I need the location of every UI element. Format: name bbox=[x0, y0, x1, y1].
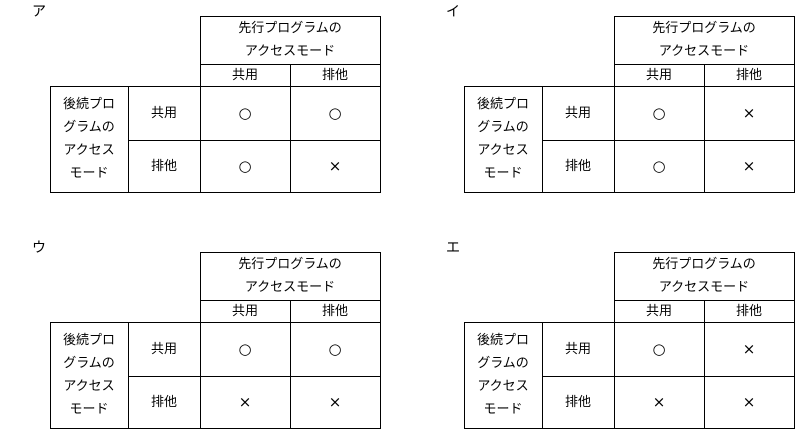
subsequent-mode-header-line: グラムの bbox=[63, 356, 115, 371]
cell-exclusive-exclusive: × bbox=[328, 392, 342, 411]
prior-mode-header-line: 先行プログラムの bbox=[652, 21, 756, 36]
prior-mode-header-line: 先行プログラムの bbox=[652, 257, 756, 272]
prior-mode-header-line: 先行プログラムの bbox=[238, 257, 342, 272]
subsequent-mode-header-line: アクセス bbox=[63, 143, 115, 158]
row-header-shared: 共用 bbox=[564, 105, 591, 121]
column-header-shared: 共用 bbox=[231, 303, 258, 319]
subsequent-mode-header-line: アクセス bbox=[477, 143, 529, 158]
compatibility-table: 先行プログラムの アクセスモード 共用 排他 後続プロ グラムの アクセス モー… bbox=[446, 252, 800, 429]
row-header-exclusive: 排他 bbox=[564, 394, 591, 410]
subsequent-mode-header-line: アクセス bbox=[477, 379, 529, 394]
option-u: ウ 先行プログラムの アクセスモード 共用 排他 後続プロ グラムの アクセス … bbox=[32, 240, 392, 430]
row-header-shared: 共用 bbox=[564, 341, 591, 357]
cell-shared-shared: ○ bbox=[238, 339, 252, 358]
cell-exclusive-exclusive: × bbox=[742, 156, 756, 175]
cell-shared-exclusive: × bbox=[742, 339, 756, 358]
column-header-exclusive: 排他 bbox=[321, 67, 348, 83]
cell-exclusive-shared: × bbox=[238, 392, 252, 411]
cell-shared-shared: ○ bbox=[652, 103, 666, 122]
cell-exclusive-shared: ○ bbox=[238, 156, 252, 175]
prior-mode-header-line: アクセスモード bbox=[244, 280, 336, 295]
prior-mode-header: 先行プログラムの アクセスモード bbox=[200, 252, 380, 300]
subsequent-mode-header-line: 後続プロ bbox=[62, 333, 115, 348]
prior-mode-header-line: アクセスモード bbox=[658, 44, 750, 59]
row-header-shared: 共用 bbox=[150, 105, 177, 121]
row-header-shared: 共用 bbox=[150, 341, 177, 357]
row-header-exclusive: 排他 bbox=[150, 158, 177, 174]
subsequent-mode-header-line: モード bbox=[69, 166, 109, 181]
subsequent-mode-header-line: 後続プロ bbox=[476, 97, 529, 112]
subsequent-mode-header: 後続プロ グラムの アクセス モード bbox=[50, 86, 128, 192]
prior-mode-header-line: アクセスモード bbox=[658, 280, 750, 295]
subsequent-mode-header-line: 後続プロ bbox=[62, 97, 115, 112]
cell-shared-exclusive: ○ bbox=[328, 103, 342, 122]
prior-mode-header-line: 先行プログラムの bbox=[238, 21, 342, 36]
column-header-exclusive: 排他 bbox=[735, 67, 762, 83]
subsequent-mode-header-line: 後続プロ bbox=[476, 333, 529, 348]
column-header-shared: 共用 bbox=[645, 67, 672, 83]
cell-exclusive-exclusive: × bbox=[742, 392, 756, 411]
prior-mode-header: 先行プログラムの アクセスモード bbox=[200, 16, 380, 64]
cell-exclusive-exclusive: × bbox=[328, 156, 342, 175]
subsequent-mode-header-line: モード bbox=[483, 166, 523, 181]
option-i: イ 先行プログラムの アクセスモード 共用 排他 後続プロ グラムの アクセス … bbox=[446, 4, 800, 194]
subsequent-mode-header-line: モード bbox=[69, 402, 109, 417]
subsequent-mode-header-line: グラムの bbox=[477, 120, 529, 135]
cell-shared-shared: ○ bbox=[652, 339, 666, 358]
option-e: エ 先行プログラムの アクセスモード 共用 排他 後続プロ グラムの アクセス … bbox=[446, 240, 800, 430]
subsequent-mode-header: 後続プロ グラムの アクセス モード bbox=[464, 86, 542, 192]
row-header-exclusive: 排他 bbox=[564, 158, 591, 174]
prior-mode-header-line: アクセスモード bbox=[244, 44, 336, 59]
compatibility-table: 先行プログラムの アクセスモード 共用 排他 後続プロ グラムの アクセス モー… bbox=[446, 16, 800, 193]
cell-exclusive-shared: × bbox=[652, 392, 666, 411]
cell-shared-exclusive: ○ bbox=[328, 339, 342, 358]
option-a: ア 先行プログラムの アクセスモード 共用 排他 後続プロ グラムの アクセス … bbox=[32, 4, 392, 194]
cell-shared-shared: ○ bbox=[238, 103, 252, 122]
subsequent-mode-header-line: モード bbox=[483, 402, 523, 417]
subsequent-mode-header-line: グラムの bbox=[63, 120, 115, 135]
subsequent-mode-header: 後続プロ グラムの アクセス モード bbox=[464, 322, 542, 428]
row-header-exclusive: 排他 bbox=[150, 394, 177, 410]
subsequent-mode-header: 後続プロ グラムの アクセス モード bbox=[50, 322, 128, 428]
compatibility-table: 先行プログラムの アクセスモード 共用 排他 後続プロ グラムの アクセス モー… bbox=[32, 16, 392, 193]
subsequent-mode-header-line: グラムの bbox=[477, 356, 529, 371]
prior-mode-header: 先行プログラムの アクセスモード bbox=[614, 252, 794, 300]
compatibility-table: 先行プログラムの アクセスモード 共用 排他 後続プロ グラムの アクセス モー… bbox=[32, 252, 392, 429]
prior-mode-header: 先行プログラムの アクセスモード bbox=[614, 16, 794, 64]
column-header-shared: 共用 bbox=[645, 303, 672, 319]
column-header-exclusive: 排他 bbox=[321, 303, 348, 319]
cell-shared-exclusive: × bbox=[742, 103, 756, 122]
column-header-shared: 共用 bbox=[231, 67, 258, 83]
column-header-exclusive: 排他 bbox=[735, 303, 762, 319]
subsequent-mode-header-line: アクセス bbox=[63, 379, 115, 394]
cell-exclusive-shared: ○ bbox=[652, 156, 666, 175]
